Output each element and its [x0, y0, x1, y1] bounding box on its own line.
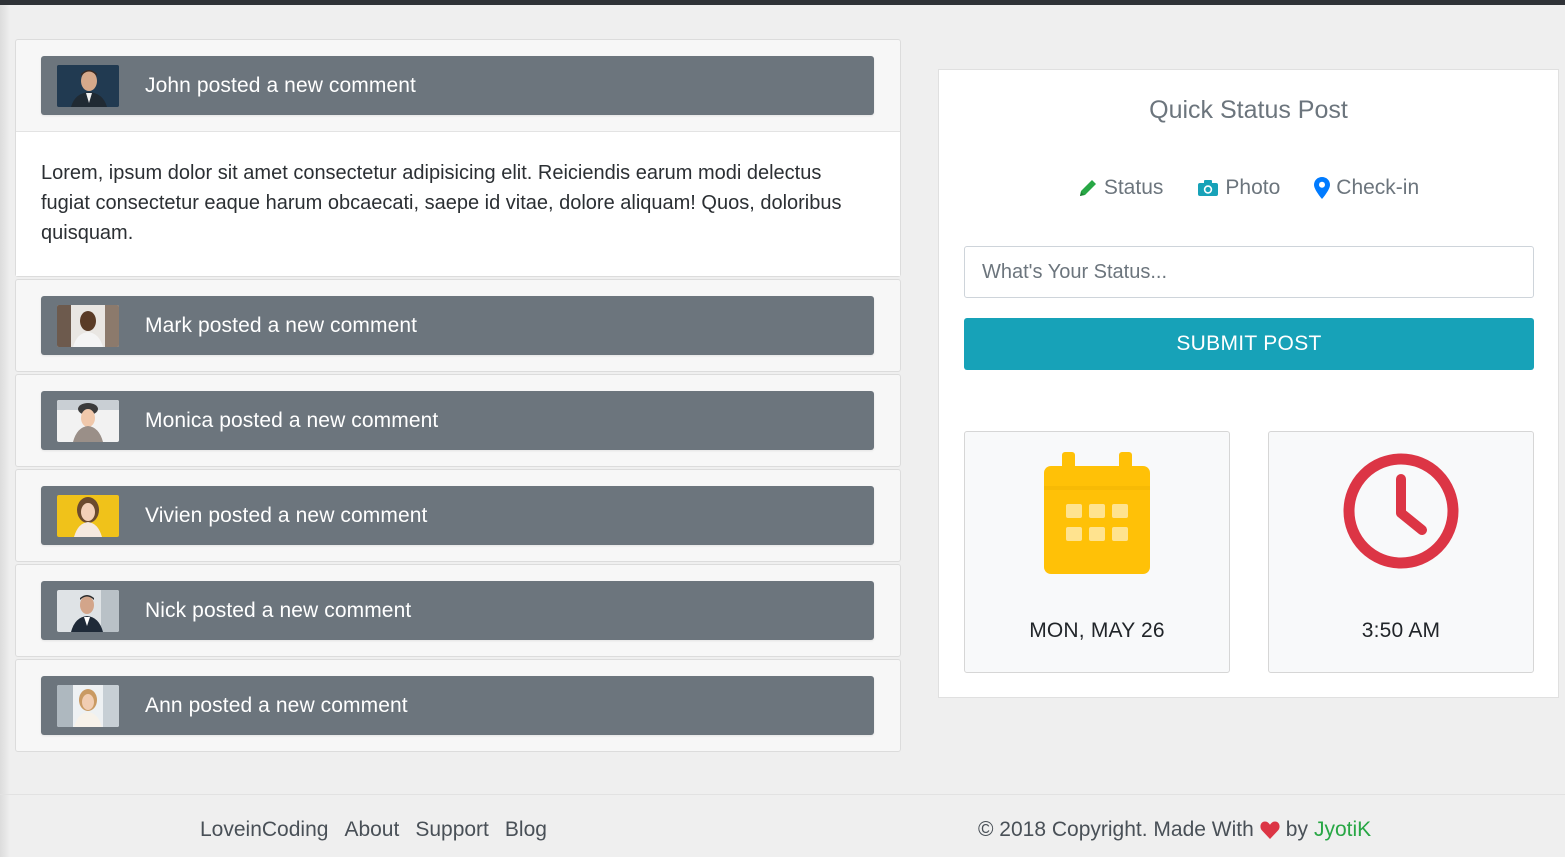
feed-item-title: Monica posted a new comment: [145, 408, 439, 432]
tab-check-in[interactable]: Check-in: [1314, 176, 1419, 200]
feed-item-vivien[interactable]: Vivien posted a new comment: [41, 486, 874, 545]
quick-status-panel: Quick Status Post Status Photo Check-in: [938, 69, 1559, 698]
feed-item-john[interactable]: John posted a new comment: [41, 56, 874, 115]
tab-photo[interactable]: Photo: [1197, 176, 1280, 200]
left-edge-shadow: [0, 5, 10, 857]
feed-card-mark: Mark posted a new comment: [15, 279, 901, 372]
status-input[interactable]: [964, 246, 1534, 298]
feed-item-title: Nick posted a new comment: [145, 598, 412, 622]
card-header: Mark posted a new comment: [16, 280, 900, 371]
footer-link-loveincoding[interactable]: LoveinCoding: [200, 818, 328, 842]
feed-item-title: John posted a new comment: [145, 73, 416, 97]
tab-status-label: Status: [1103, 176, 1164, 199]
card-header: Ann posted a new comment: [16, 660, 900, 751]
footer-link-support[interactable]: Support: [415, 818, 489, 842]
tab-status[interactable]: Status: [1078, 176, 1164, 200]
feed-card-vivien: Vivien posted a new comment: [15, 469, 901, 562]
top-bar: [0, 0, 1565, 5]
clock-icon: [1343, 453, 1459, 569]
nick-avatar: [57, 589, 119, 632]
tab-photo-label: Photo: [1225, 176, 1281, 199]
feed-item-title: Vivien posted a new comment: [145, 503, 428, 527]
footer-link-about[interactable]: About: [344, 818, 399, 842]
feed-item-title: Mark posted a new comment: [145, 313, 418, 337]
feed-item-mark[interactable]: Mark posted a new comment: [41, 296, 874, 355]
calendar-icon: [1044, 452, 1150, 574]
quick-status-title: Quick Status Post: [1149, 96, 1348, 124]
ann-avatar: [57, 684, 119, 727]
card-header: Vivien posted a new comment: [16, 470, 900, 561]
footer-links: LoveinCoding About Support Blog: [200, 818, 547, 842]
monica-avatar: [57, 399, 119, 442]
heart-icon: [1260, 821, 1280, 839]
author-link[interactable]: JyotiK: [1314, 818, 1371, 842]
footer-link-blog[interactable]: Blog: [505, 818, 547, 842]
john-avatar: [57, 64, 119, 107]
vivien-avatar: [57, 494, 119, 537]
feed-item-nick[interactable]: Nick posted a new comment: [41, 581, 874, 640]
mark-avatar: [57, 304, 119, 347]
card-header: Monica posted a new comment: [16, 375, 900, 466]
feed-item-monica[interactable]: Monica posted a new comment: [41, 391, 874, 450]
feed-card-john: John posted a new comment Lorem, ipsum d…: [15, 39, 901, 277]
feed-card-ann: Ann posted a new comment: [15, 659, 901, 752]
card-header: Nick posted a new comment: [16, 565, 900, 656]
card-header: John posted a new comment: [16, 40, 900, 131]
feed-item-title: Ann posted a new comment: [145, 693, 408, 717]
time-label: 3:50 AM: [1361, 619, 1441, 642]
copyright-text: © 2018 Copyright. Made With: [978, 818, 1254, 841]
footer: LoveinCoding About Support Blog © 2018 C…: [0, 794, 1565, 857]
feed-card-nick: Nick posted a new comment: [15, 564, 901, 657]
pencil-icon: [1079, 180, 1096, 196]
status-tabs: Status Photo Check-in: [939, 176, 1558, 200]
by-text: by: [1285, 818, 1308, 841]
feed-card-monica: Monica posted a new comment: [15, 374, 901, 467]
tab-check-in-label: Check-in: [1336, 176, 1420, 199]
camera-icon: [1198, 180, 1219, 196]
date-label: MON, MAY 26: [1029, 619, 1165, 642]
copyright: © 2018 Copyright. Made With by JyotiK: [978, 818, 1371, 842]
submit-post-button[interactable]: SUBMIT POST: [964, 318, 1534, 370]
map-marker-icon: [1314, 177, 1331, 199]
feed-item-ann[interactable]: Ann posted a new comment: [41, 676, 874, 735]
feed-item-body: Lorem, ipsum dolor sit amet consectetur …: [16, 131, 900, 276]
comment-feed: John posted a new comment Lorem, ipsum d…: [15, 39, 901, 754]
time-tile: 3:50 AM: [1268, 431, 1534, 673]
date-tile: MON, MAY 26: [964, 431, 1230, 673]
